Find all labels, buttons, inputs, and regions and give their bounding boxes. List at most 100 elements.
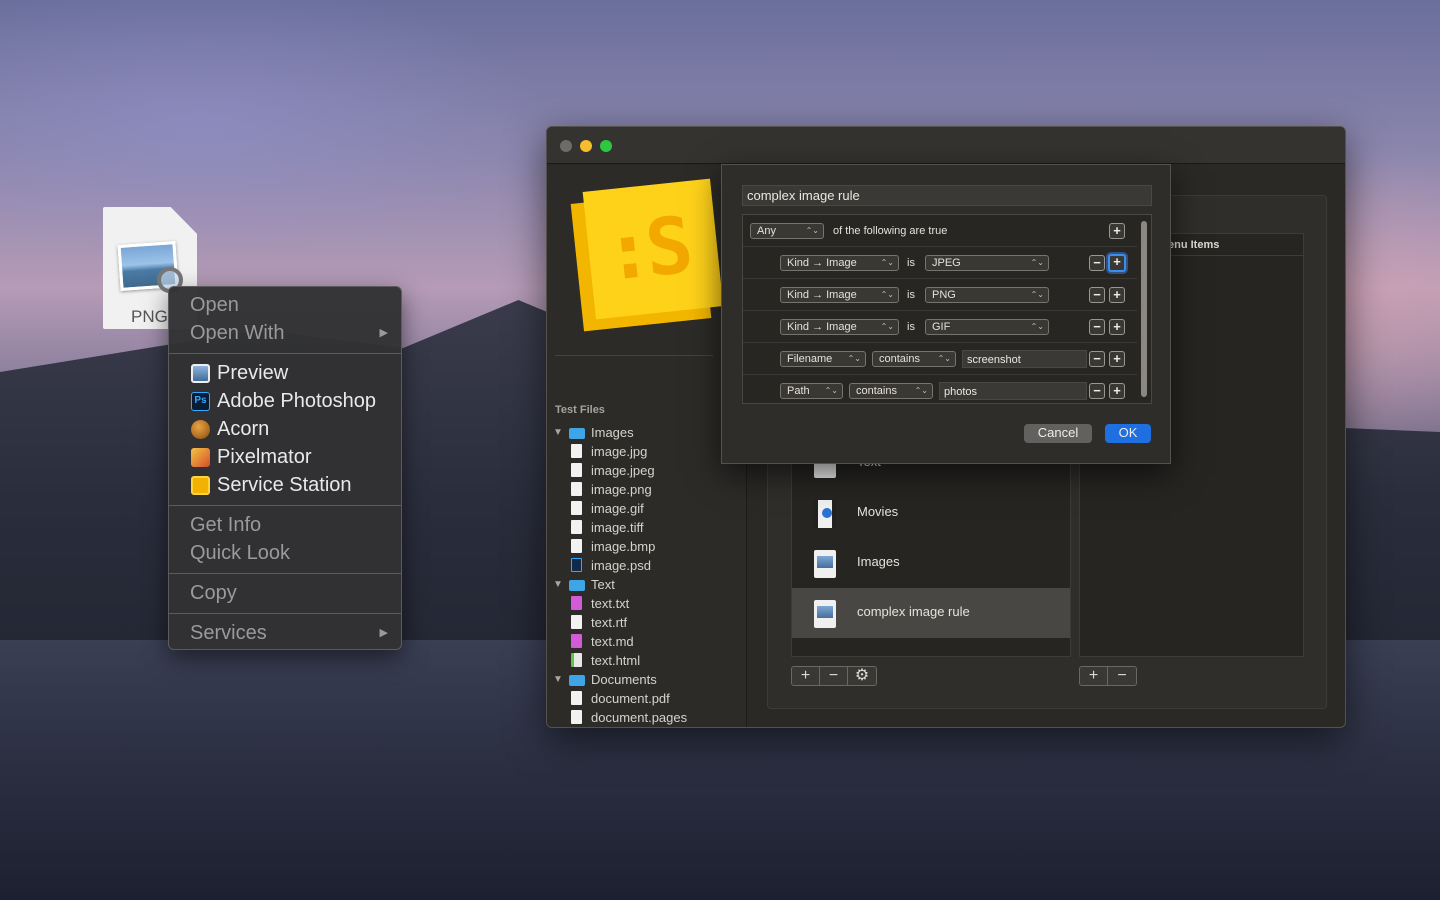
tree-item-label: Documents [591,672,657,687]
remove-condition-button[interactable]: − [1089,255,1105,271]
sidebar: :S Test Files ▼ Images image.jpg image.jpeg… [547,165,747,728]
title-bar[interactable] [547,127,1345,164]
file-icon [571,691,582,705]
tree-file-row[interactable]: image.png [547,480,747,499]
attribute-popup[interactable]: Kind → Image ⌃⌄ [780,319,899,335]
menu-item-open[interactable]: Open [169,291,401,319]
ok-button[interactable]: OK [1105,424,1151,443]
rule-row-movies[interactable]: Movies [792,488,1070,538]
app-logo-icon: :S [570,178,724,332]
gear-icon[interactable]: ⚙ [848,667,876,685]
menu-item-adobe-photoshop[interactable]: Ps Adobe Photoshop [169,387,401,415]
attribute-popup[interactable]: Kind → Image ⌃⌄ [780,287,899,303]
remove-rule-button[interactable]: − [820,667,848,685]
value-popup[interactable]: GIF ⌃⌄ [925,319,1049,335]
tree-file-row[interactable]: text.html [547,651,747,670]
tree-file-row[interactable]: document.pdf [547,689,747,708]
tree-folder-row[interactable]: ▼ Text [547,575,747,594]
remove-menu-item-button[interactable]: − [1108,667,1136,685]
scrollbar-thumb[interactable] [1141,221,1147,397]
updown-icon: ⌃⌄ [937,354,951,363]
tree-file-row[interactable]: image.bmp [547,537,747,556]
attribute-popup[interactable]: Filename ⌃⌄ [780,351,866,367]
remove-condition-button[interactable]: − [1089,287,1105,303]
tree-file-row[interactable]: image.psd [547,556,747,575]
tree-file-row[interactable]: text.rtf [547,613,747,632]
tree-item-label: image.bmp [591,539,656,554]
operator-label: is [907,257,915,269]
file-icon [571,615,582,629]
submenu-arrow-icon: ▶ [379,627,388,639]
file-icon [571,596,582,610]
value-popup[interactable]: PNG ⌃⌄ [925,287,1049,303]
add-condition-button[interactable]: + [1109,351,1125,367]
menu-item-label: Service Station [217,474,352,496]
filename-text-field[interactable]: screenshot [962,350,1087,368]
remove-condition-button[interactable]: − [1089,319,1105,335]
add-condition-button[interactable]: + [1108,254,1126,272]
operator-popup[interactable]: contains ⌃⌄ [849,383,933,399]
tree-file-row[interactable]: image.gif [547,499,747,518]
tree-folder-row[interactable]: ▼ Images [547,423,747,442]
menu-item-copy[interactable]: Copy [169,579,401,607]
image-file-icon [814,550,836,578]
add-condition-button[interactable]: + [1109,383,1125,399]
menu-item-service-station[interactable]: Service Station [169,471,401,499]
menu-item-open-with[interactable]: Open With ▶ [169,319,401,347]
disclosure-triangle-icon[interactable]: ▼ [553,670,563,689]
add-condition-button[interactable]: + [1109,223,1125,239]
menu-item-label: Adobe Photoshop [217,390,377,412]
tree-file-row[interactable]: image.jpeg [547,461,747,480]
tree-file-row[interactable]: document.numbers [547,727,747,728]
operator-popup[interactable]: contains ⌃⌄ [872,351,956,367]
updown-icon: ⌃⌄ [847,354,861,363]
conditions-scrollbar[interactable] [1139,217,1149,401]
file-icon [571,710,582,724]
zoom-window-button[interactable] [600,140,612,152]
disclosure-triangle-icon[interactable]: ▼ [553,575,563,594]
menu-separator [169,573,401,574]
tree-file-row[interactable]: image.jpg [547,442,747,461]
remove-condition-button[interactable]: − [1089,383,1105,399]
menu-item-preview[interactable]: Preview [169,359,401,387]
menu-item-acorn[interactable]: Acorn [169,415,401,443]
tree-item-label: Images [591,425,634,440]
popup-value: Kind → Image [787,289,857,301]
close-window-button[interactable] [560,140,572,152]
add-condition-button[interactable]: + [1109,287,1125,303]
attribute-popup[interactable]: Path ⌃⌄ [780,383,843,399]
context-menu: Open Open With ▶ Preview Ps Adobe Photos… [168,286,402,650]
value-popup[interactable]: JPEG ⌃⌄ [925,255,1049,271]
tree-file-row[interactable]: text.md [547,632,747,651]
tree-file-row[interactable]: document.pages [547,708,747,727]
photoshop-app-icon: Ps [191,392,210,411]
popup-value: JPEG [932,257,961,269]
path-text-field[interactable]: photos [939,382,1087,400]
menu-item-get-info[interactable]: Get Info [169,511,401,539]
tree-file-row[interactable]: image.tiff [547,518,747,537]
tree-item-label: image.tiff [591,520,644,535]
menu-item-pixelmator[interactable]: Pixelmator [169,443,401,471]
cancel-button[interactable]: Cancel [1024,424,1092,443]
rule-name-field[interactable]: complex image rule [742,185,1152,206]
remove-condition-button[interactable]: − [1089,351,1105,367]
jpeg-file-icon [814,600,836,628]
service-station-app-icon [191,476,210,495]
minimize-window-button[interactable] [580,140,592,152]
rule-row-complex-image-rule[interactable]: complex image rule [792,588,1070,638]
movie-file-icon [814,500,836,528]
tree-file-row[interactable]: text.txt [547,594,747,613]
logo-glyph: :S [600,200,692,300]
add-rule-button[interactable]: + [792,667,820,685]
menu-item-quick-look[interactable]: Quick Look [169,539,401,567]
add-menu-item-button[interactable]: + [1080,667,1108,685]
menu-item-services[interactable]: Services ▶ [169,619,401,647]
rule-row-images[interactable]: Images [792,538,1070,588]
quantifier-popup[interactable]: Any ⌃⌄ [750,223,824,239]
add-condition-button[interactable]: + [1109,319,1125,335]
condition-row: Kind → Image ⌃⌄ is PNG ⌃⌄ − + [743,279,1137,311]
rule-editor-sheet: complex image rule Any ⌃⌄ of the followi… [721,164,1171,464]
attribute-popup[interactable]: Kind → Image ⌃⌄ [780,255,899,271]
disclosure-triangle-icon[interactable]: ▼ [553,423,563,442]
tree-folder-row[interactable]: ▼ Documents [547,670,747,689]
